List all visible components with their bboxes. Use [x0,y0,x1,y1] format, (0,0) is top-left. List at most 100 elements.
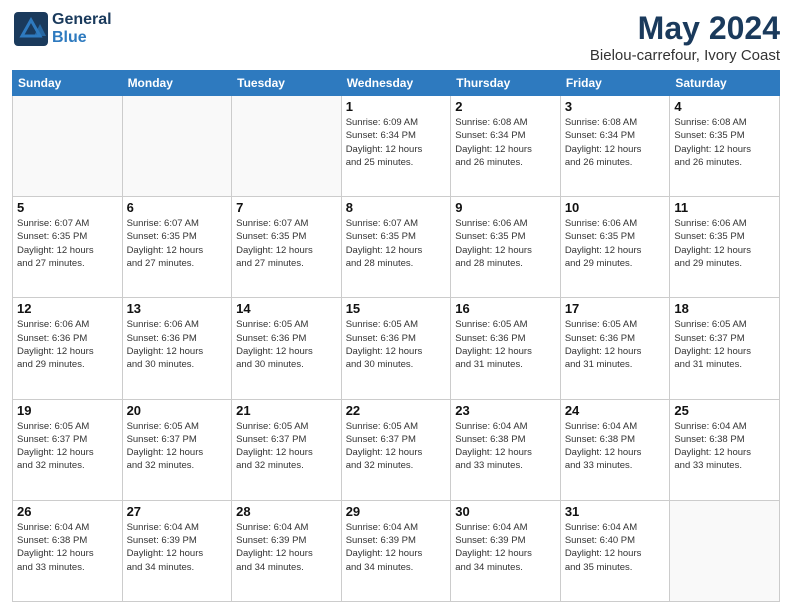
calendar-cell: 2 Sunrise: 6:08 AM Sunset: 6:34 PM Daylig… [451,96,561,197]
calendar-week-row: 1 Sunrise: 6:09 AM Sunset: 6:34 PM Daylig… [13,96,780,197]
day-number: 29 [346,504,447,519]
day-info: Sunrise: 6:04 AM Sunset: 6:39 PM Dayligh… [455,521,556,574]
day-info: Sunrise: 6:05 AM Sunset: 6:37 PM Dayligh… [236,420,337,473]
day-info: Sunrise: 6:08 AM Sunset: 6:34 PM Dayligh… [455,116,556,169]
day-info: Sunrise: 6:08 AM Sunset: 6:34 PM Dayligh… [565,116,666,169]
day-info: Sunrise: 6:05 AM Sunset: 6:36 PM Dayligh… [565,318,666,371]
day-number: 1 [346,99,447,114]
logo-text-general: General [52,11,112,29]
day-info: Sunrise: 6:06 AM Sunset: 6:35 PM Dayligh… [565,217,666,270]
day-info: Sunrise: 6:04 AM Sunset: 6:39 PM Dayligh… [127,521,228,574]
weekday-header: Monday [122,71,232,96]
calendar-cell: 7Sunrise: 6:07 AM Sunset: 6:35 PM Daylig… [232,197,342,298]
main-title: May 2024 [590,10,780,47]
calendar-cell: 13 Sunrise: 6:06 AM Sunset: 6:36 PM Dayli… [122,298,232,399]
day-number: 12 [17,301,118,316]
calendar-cell: 5 Sunrise: 6:07 AM Sunset: 6:35 PM Daylig… [13,197,123,298]
page: General Blue May 2024 Bielou-carrefour, … [0,0,792,612]
day-number: 10 [565,200,666,215]
calendar-cell: 19Sunrise: 6:05 AM Sunset: 6:37 PM Dayli… [13,399,123,500]
day-number: 22 [346,403,447,418]
day-info: Sunrise: 6:04 AM Sunset: 6:38 PM Dayligh… [565,420,666,473]
day-info: Sunrise: 6:04 AM Sunset: 6:38 PM Dayligh… [674,420,775,473]
day-info: Sunrise: 6:05 AM Sunset: 6:37 PM Dayligh… [346,420,447,473]
calendar-cell: 3Sunrise: 6:08 AM Sunset: 6:34 PM Daylig… [560,96,670,197]
calendar-week-row: 19 Sunrise: 6:05 AM Sunset: 6:37 PM Dayli… [13,399,780,500]
day-number: 26 [17,504,118,519]
day-number: 14 [236,301,337,316]
day-info: Sunrise: 6:05 AM Sunset: 6:36 PM Dayligh… [455,318,556,371]
day-info: Sunrise: 6:08 AM Sunset: 6:35 PM Dayligh… [674,116,775,169]
day-info: Sunrise: 6:07 AM Sunset: 6:35 PM Dayligh… [17,217,118,270]
day-info: Sunrise: 6:04 AM Sunset: 6:39 PM Dayligh… [236,521,337,574]
weekday-header: Wednesday [341,71,451,96]
weekday-header: Saturday [670,71,780,96]
day-info: Sunrise: 6:05 AM Sunset: 6:37 PM Dayligh… [127,420,228,473]
logo-icon [12,10,50,48]
day-number: 28 [236,504,337,519]
calendar-cell: 17Sunrise: 6:05 AM Sunset: 6:36 PM Dayli… [560,298,670,399]
day-info: Sunrise: 6:09 AM Sunset: 6:34 PM Dayligh… [346,116,447,169]
calendar-cell: 30 Sunrise: 6:04 AM Sunset: 6:39 PM Dayli… [451,500,561,601]
day-number: 7 [236,200,337,215]
day-number: 2 [455,99,556,114]
logo: General Blue [12,10,112,48]
calendar-cell: 16Sunrise: 6:05 AM Sunset: 6:36 PM Dayli… [451,298,561,399]
calendar-cell: 15Sunrise: 6:05 AM Sunset: 6:36 PM Dayli… [341,298,451,399]
calendar-cell: 31 Sunrise: 6:04 AM Sunset: 6:40 PM Dayli… [560,500,670,601]
calendar-cell: 28 Sunrise: 6:04 AM Sunset: 6:39 PM Dayli… [232,500,342,601]
day-number: 8 [346,200,447,215]
day-info: Sunrise: 6:06 AM Sunset: 6:35 PM Dayligh… [455,217,556,270]
calendar-cell: 24 Sunrise: 6:04 AM Sunset: 6:38 PM Dayli… [560,399,670,500]
day-number: 9 [455,200,556,215]
day-number: 24 [565,403,666,418]
day-info: Sunrise: 6:06 AM Sunset: 6:36 PM Dayligh… [127,318,228,371]
day-number: 11 [674,200,775,215]
weekday-header: Sunday [13,71,123,96]
calendar-cell: 9 Sunrise: 6:06 AM Sunset: 6:35 PM Daylig… [451,197,561,298]
calendar-cell: 18 Sunrise: 6:05 AM Sunset: 6:37 PM Dayli… [670,298,780,399]
day-number: 4 [674,99,775,114]
calendar-cell: 1 Sunrise: 6:09 AM Sunset: 6:34 PM Daylig… [341,96,451,197]
calendar-cell [13,96,123,197]
calendar-cell: 29 Sunrise: 6:04 AM Sunset: 6:39 PM Dayli… [341,500,451,601]
calendar-cell [670,500,780,601]
day-number: 5 [17,200,118,215]
day-number: 31 [565,504,666,519]
weekday-header: Thursday [451,71,561,96]
day-number: 15 [346,301,447,316]
day-info: Sunrise: 6:07 AM Sunset: 6:35 PM Dayligh… [127,217,228,270]
day-number: 21 [236,403,337,418]
calendar-cell: 21 Sunrise: 6:05 AM Sunset: 6:37 PM Dayli… [232,399,342,500]
logo-text-blue: Blue [52,29,112,47]
day-info: Sunrise: 6:04 AM Sunset: 6:39 PM Dayligh… [346,521,447,574]
day-info: Sunrise: 6:04 AM Sunset: 6:40 PM Dayligh… [565,521,666,574]
calendar-cell [232,96,342,197]
day-number: 30 [455,504,556,519]
day-number: 6 [127,200,228,215]
day-info: Sunrise: 6:05 AM Sunset: 6:37 PM Dayligh… [674,318,775,371]
calendar-cell: 25 Sunrise: 6:04 AM Sunset: 6:38 PM Dayli… [670,399,780,500]
day-number: 18 [674,301,775,316]
calendar-header-row: SundayMondayTuesdayWednesdayThursdayFrid… [13,71,780,96]
calendar-cell: 14 Sunrise: 6:05 AM Sunset: 6:36 PM Dayli… [232,298,342,399]
calendar-cell: 6 Sunrise: 6:07 AM Sunset: 6:35 PM Daylig… [122,197,232,298]
day-info: Sunrise: 6:05 AM Sunset: 6:36 PM Dayligh… [236,318,337,371]
day-number: 25 [674,403,775,418]
day-number: 19 [17,403,118,418]
calendar-week-row: 5 Sunrise: 6:07 AM Sunset: 6:35 PM Daylig… [13,197,780,298]
header: General Blue May 2024 Bielou-carrefour, … [12,10,780,64]
calendar-week-row: 12 Sunrise: 6:06 AM Sunset: 6:36 PM Dayli… [13,298,780,399]
day-info: Sunrise: 6:07 AM Sunset: 6:35 PM Dayligh… [346,217,447,270]
title-block: May 2024 Bielou-carrefour, Ivory Coast [590,10,780,64]
day-number: 20 [127,403,228,418]
calendar-week-row: 26Sunrise: 6:04 AM Sunset: 6:38 PM Dayli… [13,500,780,601]
day-info: Sunrise: 6:04 AM Sunset: 6:38 PM Dayligh… [455,420,556,473]
day-number: 13 [127,301,228,316]
calendar-cell [122,96,232,197]
calendar-cell: 10 Sunrise: 6:06 AM Sunset: 6:35 PM Dayli… [560,197,670,298]
calendar-cell: 22 Sunrise: 6:05 AM Sunset: 6:37 PM Dayli… [341,399,451,500]
calendar-cell: 20 Sunrise: 6:05 AM Sunset: 6:37 PM Dayli… [122,399,232,500]
calendar-table: SundayMondayTuesdayWednesdayThursdayFrid… [12,70,780,602]
calendar-cell: 12Sunrise: 6:06 AM Sunset: 6:36 PM Dayli… [13,298,123,399]
